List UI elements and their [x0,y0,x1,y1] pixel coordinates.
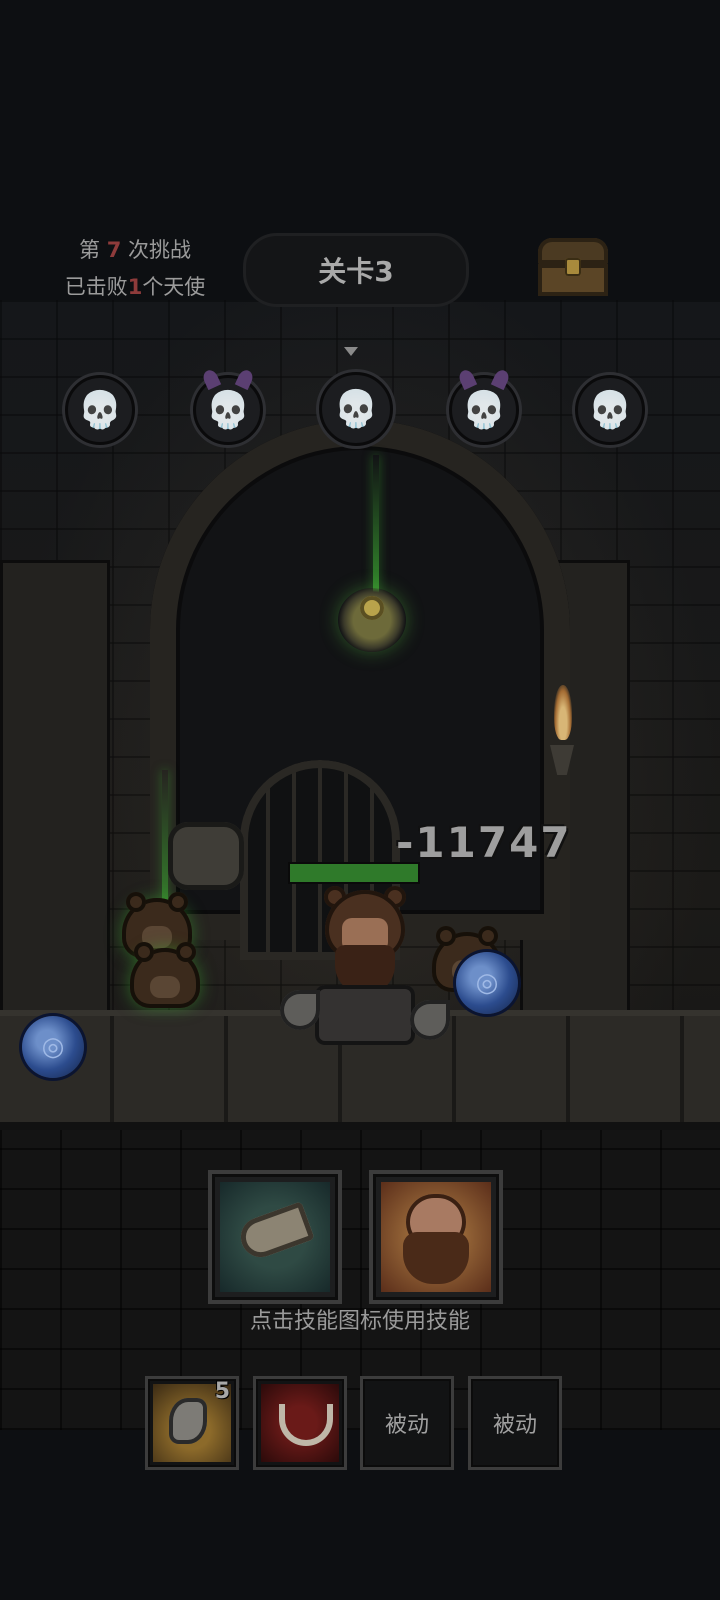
passive-label: 被动 [492,1413,537,1438]
hero-hp-fill [290,864,418,882]
torch-holder [550,745,574,775]
skill-level-badge: 5 [214,1379,230,1404]
blue-orb-icon[interactable]: ◎ [22,1016,84,1078]
skill-hint-text: 点击技能图标使用技能 [249,1309,470,1334]
challenge-count-line: 第 7 次挑战 [40,232,230,269]
damage-number: -11747 [396,818,572,867]
bear-ear [126,892,146,912]
demon-skull-icon: 💀 [205,390,251,431]
passive-slot-3[interactable]: 被动 [360,1376,454,1470]
bear-ear [478,926,498,946]
demon-skull-icon: 💀 [461,390,507,431]
stage-node-3: 💀 [319,372,393,446]
hero-body [315,985,415,1045]
current-stage-marker-icon [344,347,358,356]
axe-skill-slot[interactable]: 5 [145,1376,239,1470]
ring-gem [360,596,384,620]
defeated-prefix: 已击败 [64,275,128,299]
war-horn-icon [220,1182,330,1292]
fur-armor-item-icon[interactable] [168,822,244,890]
defeated-line: 已击败1个天使 [40,269,230,306]
ring-item-icon[interactable] [338,588,406,652]
stage-node-5: 💀 [575,375,645,445]
axe-icon [280,990,320,1030]
bear-warrior-hero [280,886,450,1060]
chest-lock [565,258,581,276]
fang-bite-icon [261,1384,339,1462]
stage-node-1: 💀 [65,375,135,445]
green-light-beam [373,455,379,595]
skull-icon: 💀 [333,389,379,430]
bear-ear [176,942,196,962]
roaring-warrior-icon [381,1182,491,1292]
challenge-suffix: 次挑战 [128,238,191,262]
bear-ear [134,942,154,962]
passive-slot-4[interactable]: 被动 [468,1376,562,1470]
stage-node-4: 💀 [449,375,519,445]
challenge-count: 7 [106,238,122,262]
horns-icon [452,370,516,390]
passive-label: 被动 [384,1413,429,1438]
bear-snout [150,976,180,998]
stage-node-2: 💀 [193,375,263,445]
torch-flame [554,685,572,740]
challenge-prefix: 第 [79,238,100,262]
defeated-count: 1 [127,275,143,299]
rage-skill-button[interactable] [369,1170,503,1304]
skull-icon: 💀 [587,390,633,431]
treasure-chest-icon[interactable] [538,238,608,296]
wall-torch-icon [542,685,582,805]
axe-icon [410,1000,450,1040]
challenge-info: 第 7 次挑战 已击败1个天使 [40,232,230,306]
war-horn-skill-button[interactable] [208,1170,342,1304]
skull-icon: 💀 [77,390,123,431]
bear-enemy [130,942,200,1008]
blue-orb-icon[interactable]: ◎ [456,952,518,1014]
hero-hp-bar [288,862,420,884]
defeated-suffix: 个天使 [142,275,206,299]
bear-ear [168,892,188,912]
horns-icon [196,370,260,390]
left-pillar [0,560,110,1020]
level-title: 关卡3 [243,233,469,307]
fang-skill-slot[interactable] [253,1376,347,1470]
